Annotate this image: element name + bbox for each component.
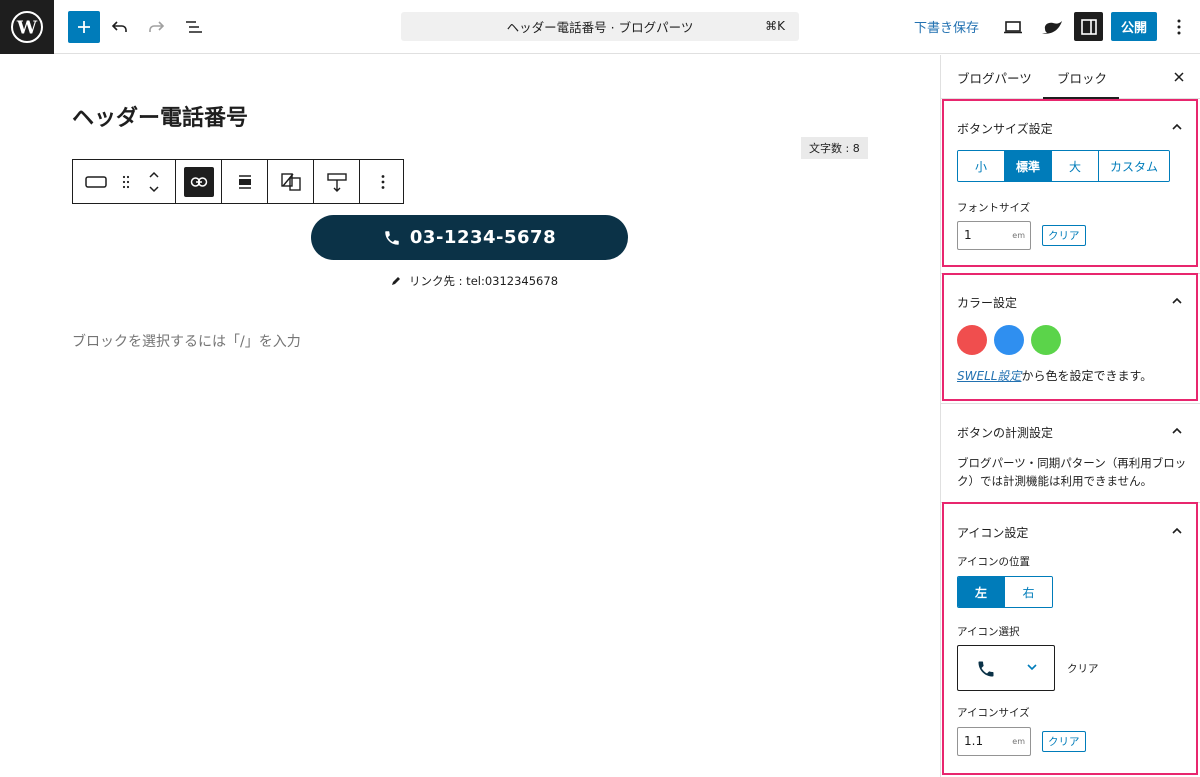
svg-text:W: W <box>16 18 38 39</box>
spacing-group <box>314 160 360 203</box>
drag-handle-icon <box>122 175 130 188</box>
more-vertical-icon <box>1177 19 1181 35</box>
post-title[interactable]: ヘッダー電話番号 <box>72 100 248 132</box>
save-draft-button[interactable]: 下書き保存 <box>914 17 979 36</box>
command-shortcut: ⌘K <box>765 19 785 33</box>
editor-canvas: ヘッダー電話番号 文字数 : 8 03-1234-5678 リンク先: tel… <box>0 55 940 777</box>
phone-button-block[interactable]: 03-1234-5678 <box>311 215 628 260</box>
highlight-box-icon <box>942 502 1198 775</box>
pencil-icon <box>392 277 400 285</box>
preview-icon <box>1004 21 1022 34</box>
color-group <box>268 160 314 203</box>
color-swap-button[interactable] <box>268 160 313 203</box>
wordpress-logo-icon[interactable]: W <box>0 0 54 54</box>
preview-button[interactable] <box>997 11 1029 43</box>
character-count-badge: 文字数 : 8 <box>801 137 868 159</box>
spacing-button[interactable] <box>314 160 359 203</box>
align-group <box>222 160 268 203</box>
link-button[interactable] <box>176 160 221 203</box>
panel-heading[interactable]: ボタンの計測設定 <box>957 424 1053 441</box>
color-swap-icon <box>280 172 301 191</box>
document-title: ヘッダー電話番号 · ブログパーツ <box>506 20 694 35</box>
link-group <box>176 160 222 203</box>
block-options-button[interactable] <box>360 160 405 203</box>
tracking-note: ブログパーツ・同期パターン（再利用ブロック）では計測機能は利用できません。 <box>957 456 1187 488</box>
highlight-box-button-size <box>942 99 1198 267</box>
more-group <box>360 160 405 203</box>
block-type-button[interactable] <box>73 160 119 203</box>
swell-button[interactable] <box>1036 11 1068 43</box>
link-destination-label: リンク先 : tel:0312345678 <box>409 274 559 288</box>
align-button[interactable] <box>222 160 267 203</box>
undo-icon <box>111 21 127 32</box>
options-button[interactable] <box>1163 11 1195 43</box>
drag-handle[interactable] <box>119 160 133 203</box>
plus-icon <box>78 21 90 33</box>
link-icon <box>190 176 207 187</box>
command-palette-bar[interactable]: ヘッダー電話番号 · ブログパーツ ⌘K <box>401 12 799 41</box>
button-block-icon <box>85 175 107 188</box>
add-block-button[interactable] <box>68 11 100 43</box>
tab-blog-parts[interactable]: ブログパーツ <box>957 68 1032 87</box>
redo-button[interactable] <box>140 11 172 43</box>
collapse-button[interactable] <box>1169 423 1185 439</box>
more-vertical-icon <box>381 174 384 189</box>
sidebar-toggle-icon <box>1080 18 1097 35</box>
chevron-up-icon <box>1172 427 1182 434</box>
block-mover-group <box>73 160 176 203</box>
align-icon <box>238 174 251 189</box>
spacing-icon <box>326 172 347 192</box>
settings-sidebar: ブログパーツ ブロック ボタンサイズ設定 小 標準 大 カスタム フォントサイズ… <box>940 55 1200 777</box>
settings-toggle-button[interactable] <box>1074 12 1103 41</box>
highlight-box-color <box>942 273 1198 401</box>
sidebar-tabs: ブログパーツ ブロック <box>941 55 1200 99</box>
list-view-icon <box>186 21 202 33</box>
move-down-icon[interactable] <box>148 185 160 194</box>
close-sidebar-button[interactable] <box>1169 67 1189 87</box>
block-toolbar <box>72 159 404 204</box>
tab-block[interactable]: ブロック <box>1057 68 1107 87</box>
close-icon <box>1174 72 1184 82</box>
link-destination[interactable]: リンク先 : tel:0312345678 <box>390 273 558 289</box>
panel-tracking: ボタンの計測設定 ブログパーツ・同期パターン（再利用ブロック）では計測機能は利用… <box>941 403 1200 503</box>
top-toolbar: W ヘッダー電話番号 · ブログパーツ ⌘K 下書き保存 公開 <box>0 0 1200 54</box>
list-view-button[interactable] <box>178 11 210 43</box>
publish-button[interactable]: 公開 <box>1111 12 1157 41</box>
move-buttons <box>133 160 175 203</box>
phone-icon <box>385 230 399 245</box>
swell-icon <box>1042 21 1062 34</box>
block-appender-placeholder[interactable]: ブロックを選択するには「/」を入力 <box>72 331 301 351</box>
redo-icon <box>149 21 165 32</box>
move-up-icon[interactable] <box>148 170 160 179</box>
phone-button-label: 03-1234-5678 <box>409 227 557 248</box>
undo-button[interactable] <box>104 11 136 43</box>
